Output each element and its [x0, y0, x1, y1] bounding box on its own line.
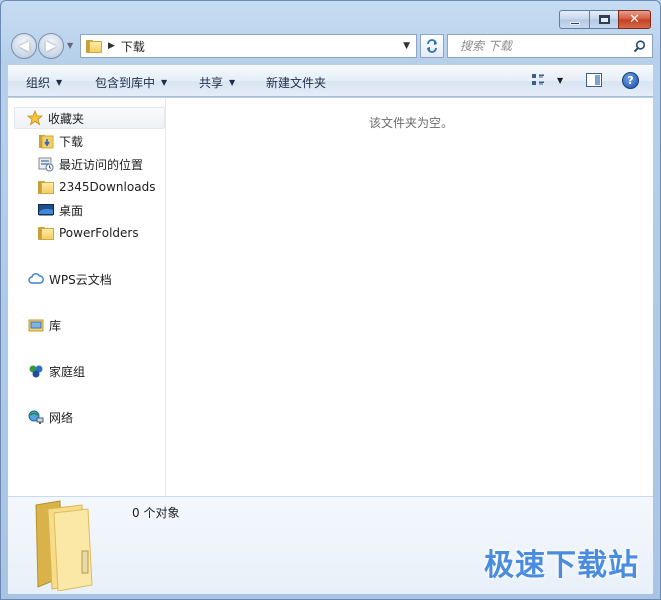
share-menu[interactable]: 共享 ▼ [199, 74, 235, 91]
help-icon: ? [627, 74, 634, 87]
favorites-label: 收藏夹 [48, 111, 85, 126]
sidebar-item-recent-places[interactable]: 最近访问的位置 [38, 154, 143, 174]
sidebar-item-label: PowerFolders [59, 226, 139, 240]
sidebar-item-label: 家庭组 [49, 364, 86, 379]
star-icon [27, 110, 43, 126]
homegroup-icon [28, 363, 44, 379]
folder-icon [38, 179, 54, 195]
caption-buttons: ✕ [559, 10, 651, 29]
new-folder-button[interactable]: 新建文件夹 [266, 74, 326, 91]
navigation-bar: ◀ ▶ ▼ ▶ 下载 ▼ [10, 33, 653, 59]
watermark-logo: 极速下载站 [484, 548, 639, 583]
recent-pages-dropdown[interactable]: ▼ [67, 41, 77, 50]
preview-pane-button[interactable] [586, 73, 602, 87]
sidebar-item-label: 网络 [49, 410, 74, 425]
sidebar-item-favorites[interactable]: 收藏夹 [14, 107, 165, 129]
breadcrumb-separator-icon[interactable]: ▶ [108, 41, 115, 51]
content-area: 收藏夹 下载 最近访问的位置 2345Downloads 桌面 PowerFol… [8, 98, 653, 496]
forward-button[interactable]: ▶ [38, 33, 64, 59]
details-pane: 0 个对象 极速下载站 [8, 496, 653, 594]
sidebar-item-libraries[interactable]: 库 [28, 315, 61, 335]
search-input[interactable] [448, 35, 628, 57]
sidebar-item-label: 库 [49, 318, 62, 333]
organize-label: 组织 [26, 76, 51, 90]
folder-icon [86, 39, 102, 53]
chevron-down-icon: ▼ [229, 78, 236, 87]
folder-icon [38, 225, 54, 241]
address-bar[interactable]: ▶ 下载 ▼ [80, 34, 417, 58]
forward-arrow-icon: ▶ [45, 38, 57, 54]
close-button[interactable]: ✕ [618, 10, 651, 29]
maximize-button[interactable] [589, 10, 618, 29]
chevron-down-icon: ▼ [161, 78, 168, 87]
include-in-library-menu[interactable]: 包含到库中 ▼ [95, 74, 167, 91]
sidebar-item-homegroup[interactable]: 家庭组 [28, 361, 85, 381]
sidebar-item-2345downloads[interactable]: 2345Downloads [38, 177, 155, 197]
command-bar: 组织 ▼ 包含到库中 ▼ 共享 ▼ 新建文件夹 ▼ ? [8, 65, 653, 97]
address-dropdown-icon[interactable]: ▼ [403, 41, 410, 51]
minimize-icon [569, 21, 580, 25]
search-box[interactable] [447, 34, 653, 58]
maximize-icon [598, 15, 610, 24]
sidebar-item-label: WPS云文档 [49, 272, 112, 287]
view-options-dropdown-icon[interactable]: ▼ [557, 76, 563, 85]
sidebar-item-wps-cloud[interactable]: WPS云文档 [28, 269, 112, 289]
refresh-button[interactable] [420, 34, 444, 58]
share-label: 共享 [199, 76, 224, 90]
minimize-button[interactable] [559, 10, 589, 29]
recent-places-icon [38, 156, 54, 172]
sidebar-item-powerfolders[interactable]: PowerFolders [38, 223, 139, 243]
desktop-icon [38, 202, 54, 218]
change-view-button[interactable]: ▼ [531, 73, 563, 87]
include-in-library-label: 包含到库中 [95, 76, 156, 90]
sidebar-item-label: 桌面 [59, 203, 84, 218]
chevron-down-icon: ▼ [56, 78, 63, 87]
back-arrow-icon: ◀ [18, 38, 30, 54]
item-count: 0 个对象 [132, 506, 180, 520]
sidebar-item-network[interactable]: 网络 [28, 407, 73, 427]
breadcrumb-current[interactable]: 下载 [121, 38, 145, 55]
search-icon[interactable] [633, 40, 646, 53]
large-folder-icon [35, 500, 93, 591]
explorer-window: ✕ ◀ ▶ ▼ ▶ 下载 ▼ 搜索 下载 组织 ▼ 包含到库中 ▼ 共享 ▼ 新… [0, 0, 661, 600]
network-icon [28, 409, 44, 425]
sidebar-item-downloads[interactable]: 下载 [38, 131, 83, 151]
new-folder-label: 新建文件夹 [266, 76, 327, 90]
downloads-folder-icon [38, 133, 54, 149]
sidebar-item-label: 下载 [59, 134, 84, 149]
sidebar-item-label: 2345Downloads [59, 180, 156, 194]
library-icon [28, 317, 44, 333]
sidebar-item-label: 最近访问的位置 [59, 157, 144, 172]
organize-menu[interactable]: 组织 ▼ [26, 74, 62, 91]
back-button[interactable]: ◀ [11, 33, 37, 59]
view-grid-icon [532, 74, 544, 85]
help-button[interactable]: ? [622, 72, 639, 89]
sidebar-item-desktop[interactable]: 桌面 [38, 200, 83, 220]
cloud-icon [28, 271, 44, 287]
close-icon: ✕ [629, 12, 640, 27]
refresh-icon [427, 39, 437, 53]
navigation-pane: 收藏夹 下载 最近访问的位置 2345Downloads 桌面 PowerFol… [8, 98, 166, 496]
empty-folder-message: 该文件夹为空。 [369, 116, 454, 130]
